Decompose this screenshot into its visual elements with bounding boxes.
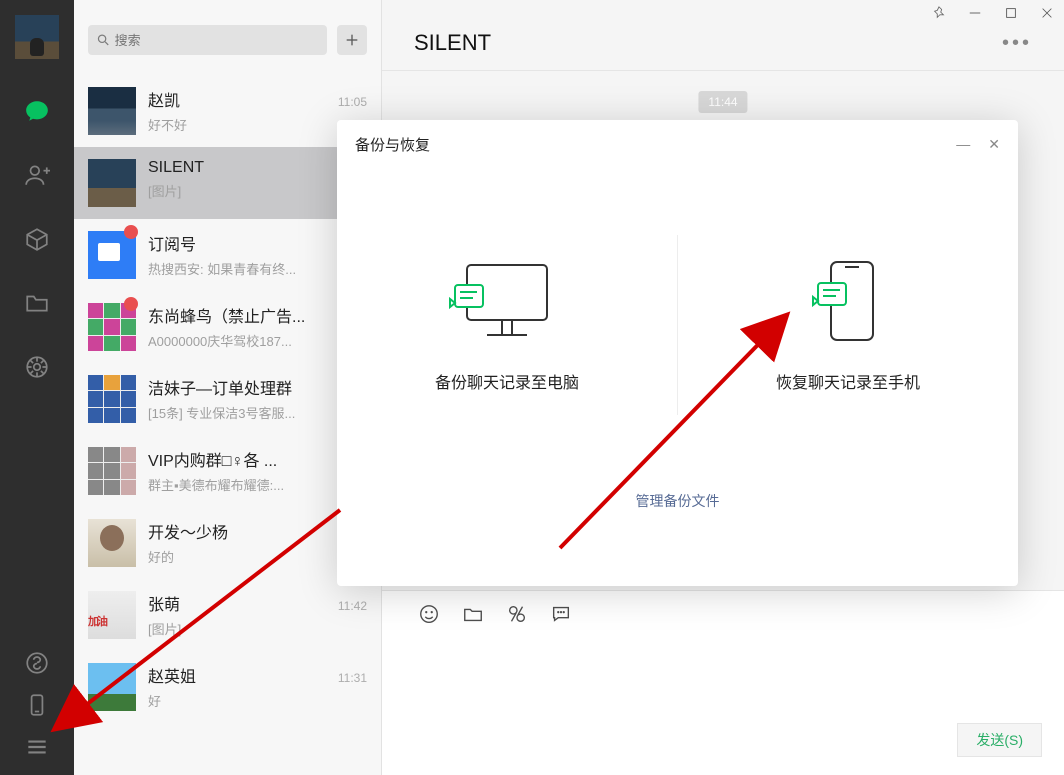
dialog-close-icon[interactable]: ✕ (988, 136, 1000, 153)
contacts-icon[interactable] (23, 161, 51, 189)
add-button[interactable] (337, 25, 367, 55)
message-timestamp: 11:44 (698, 91, 747, 113)
chat-preview: A0000000庆华驾校187... (148, 331, 367, 350)
chat-name: 东尚蜂鸟（禁止广告... (148, 303, 305, 327)
search-input-box[interactable] (88, 25, 327, 55)
chat-name: VIP内购群□♀各 ... (148, 447, 277, 471)
backup-label: 备份聊天记录至电脑 (435, 369, 579, 393)
backup-restore-dialog: 备份与恢复 — ✕ 备份聊天记录至电脑 (337, 120, 1018, 586)
chat-avatar (88, 159, 136, 207)
chat-name: 张萌 (148, 591, 180, 615)
chat-name: 开发～少杨 (148, 519, 228, 543)
chat-list-panel: 赵凯 11:05 好不好 SILENT1[图片]订阅号1热搜西安: 如果青春有终...… (74, 0, 382, 775)
chat-preview: 热搜西安: 如果青春有终... (148, 259, 367, 278)
unread-badge (124, 297, 138, 311)
chat-preview: 群主▪美德布耀布耀德:... (148, 475, 367, 494)
phone-restore-icon (803, 257, 893, 347)
chat-avatar (88, 591, 136, 639)
chat-avatar (88, 87, 136, 135)
chat-item[interactable]: 洁妹子—订单处理群1[15条] 专业保洁3号客服... (74, 363, 381, 435)
chat-avatar (88, 447, 136, 495)
user-avatar[interactable] (15, 15, 59, 59)
unread-badge (124, 225, 138, 239)
computer-icon (447, 257, 567, 347)
window-controls (932, 6, 1054, 23)
restore-to-phone-option[interactable]: 恢复聊天记录至手机 (678, 257, 1018, 393)
minimize-icon[interactable] (968, 6, 982, 23)
manage-backup-link[interactable]: 管理备份文件 (337, 491, 1018, 511)
close-icon[interactable] (1040, 6, 1054, 23)
moments-icon[interactable] (23, 353, 51, 381)
chat-item[interactable]: 赵英姐 11:31 好 (74, 651, 381, 723)
folder-icon[interactable] (462, 603, 484, 630)
chat-item[interactable]: 东尚蜂鸟（禁止广告...1A0000000庆华驾校187... (74, 291, 381, 363)
chat-avatar (88, 663, 136, 711)
plus-icon (344, 32, 360, 48)
chat-name: 订阅号 (148, 231, 196, 255)
chat-preview: [15条] 专业保洁3号客服... (148, 403, 367, 422)
phone-icon[interactable] (23, 691, 51, 719)
dialog-minimize-icon[interactable]: — (956, 136, 970, 153)
chat-name: 赵英姐 (148, 663, 196, 687)
chat-time: 11:05 (338, 95, 367, 109)
send-button[interactable]: 发送(S) (957, 723, 1042, 757)
backup-to-pc-option[interactable]: 备份聊天记录至电脑 (337, 257, 677, 393)
chat-name: 赵凯 (148, 87, 180, 111)
chat-preview: [图片] (148, 181, 367, 200)
emoji-icon[interactable] (418, 603, 440, 630)
chat-item[interactable]: 赵凯 11:05 好不好 (74, 75, 381, 147)
dialog-title: 备份与恢复 (355, 134, 430, 155)
chat-time: 11:42 (338, 599, 367, 613)
chat-avatar (88, 519, 136, 567)
more-icon[interactable]: ••• (1002, 32, 1032, 55)
chat-item[interactable]: 订阅号1热搜西安: 如果青春有终... (74, 219, 381, 291)
screenshot-icon[interactable] (506, 603, 528, 630)
search-icon (96, 32, 111, 48)
nav-sidebar (0, 0, 74, 775)
restore-label: 恢复聊天记录至手机 (776, 369, 920, 393)
miniprogram-icon[interactable] (23, 649, 51, 677)
chat-item[interactable]: 开发～少杨好的 (74, 507, 381, 579)
chat-time: 11:31 (338, 671, 367, 685)
chat-preview: [图片] (148, 619, 367, 638)
files-icon[interactable] (23, 289, 51, 317)
chat-avatar (88, 375, 136, 423)
chat-preview: 好的 (148, 547, 367, 566)
collect-icon[interactable] (23, 225, 51, 253)
chat-name: SILENT (148, 159, 204, 177)
chat-item[interactable]: VIP内购群□♀各 ... 群主▪美德布耀布耀德:... (74, 435, 381, 507)
chat-name: 洁妹子—订单处理群 (148, 375, 292, 399)
menu-icon[interactable] (23, 733, 51, 761)
pin-icon[interactable] (932, 6, 946, 23)
maximize-icon[interactable] (1004, 6, 1018, 23)
search-input[interactable] (115, 33, 319, 48)
chat-preview: 好不好 (148, 115, 367, 134)
chat-icon[interactable] (23, 97, 51, 125)
chat-item[interactable]: SILENT1[图片] (74, 147, 381, 219)
chat-preview: 好 (148, 691, 367, 710)
chat-history-icon[interactable] (550, 603, 572, 630)
chat-title: SILENT (414, 30, 491, 56)
chat-item[interactable]: 张萌 11:42 [图片] (74, 579, 381, 651)
